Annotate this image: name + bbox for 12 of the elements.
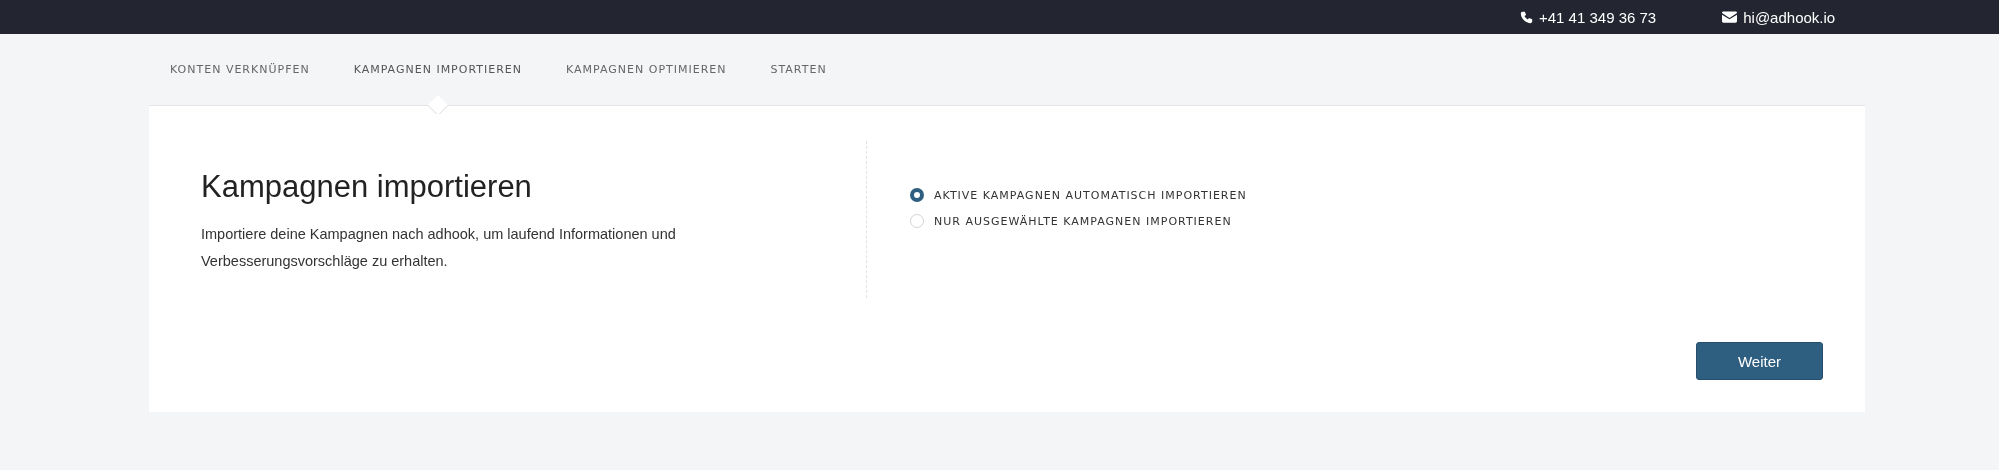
next-button[interactable]: Weiter	[1696, 342, 1823, 380]
step-tab[interactable]: STARTEN	[770, 34, 827, 114]
section-heading: Kampagnen importieren	[201, 169, 533, 205]
step-tab[interactable]: KONTEN VERKNÜPFEN	[170, 34, 310, 114]
phone-icon	[1520, 10, 1533, 24]
envelope-icon	[1722, 11, 1738, 23]
description-text: Importiere deine Kampagnen nach adhook, um laufend Informationen und Verbesserungsvorschläge zu erhalten.	[201, 225, 677, 271]
email-address[interactable]: hi@adhook.io	[1722, 8, 1836, 26]
radio-option[interactable]: NUR AUSGEWÄHLTE KAMPAGNEN IMPORTIEREN	[910, 214, 1232, 228]
radio-option[interactable]: AKTIVE KAMPAGNEN AUTOMATISCH IMPORTIEREN	[910, 188, 1247, 202]
phone-number[interactable]: +41 41 349 36 73	[1520, 8, 1657, 26]
step-tab[interactable]: KAMPAGNEN OPTIMIEREN	[566, 34, 727, 114]
